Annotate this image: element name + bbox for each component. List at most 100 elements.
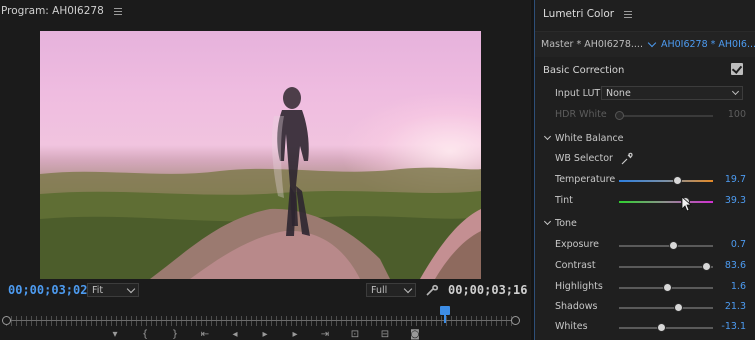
clip-selector-bar: Master * AH0I6278.... AH0I6278 * AH0I6..…	[535, 31, 755, 57]
input-lut-value: None	[606, 87, 631, 99]
tone-section-header[interactable]: Tone	[535, 214, 755, 234]
contrast-slider[interactable]	[619, 262, 713, 271]
white-balance-section-header[interactable]: White Balance	[535, 129, 755, 149]
zoom-level-value: Fit	[92, 284, 104, 296]
wrench-icon[interactable]	[425, 284, 439, 296]
playback-resolution-select[interactable]: Full	[366, 283, 416, 297]
mouse-pointer-icon	[681, 196, 693, 212]
shadows-knob[interactable]	[674, 303, 684, 312]
whites-knob[interactable]	[657, 323, 667, 332]
shadows-label: Shadows	[555, 301, 598, 312]
playhead-line	[443, 314, 446, 323]
highlights-row: Highlights 1.6	[535, 277, 755, 297]
go-to-out-icon[interactable]: ⇥	[320, 330, 330, 340]
zoom-level-select[interactable]: Fit	[87, 283, 139, 297]
program-timecode-row: 00;00;03;02 Fit Full 00;00;03;16	[0, 280, 530, 300]
play-icon[interactable]: ▸	[260, 330, 270, 340]
tab-sequence-clip[interactable]: AH0I6278 * AH0I6...	[661, 39, 755, 50]
export-frame-icon[interactable]: ◙	[410, 330, 420, 340]
contrast-row: Contrast 83.6	[535, 256, 755, 276]
highlights-label: Highlights	[555, 281, 603, 292]
chevron-down-icon	[403, 284, 413, 293]
input-lut-label: Input LUT	[555, 88, 601, 99]
wb-selector-row: WB Selector	[535, 149, 755, 169]
contrast-label: Contrast	[555, 260, 596, 271]
tab-master-clip[interactable]: Master * AH0I6278....	[541, 39, 643, 50]
playback-resolution-value: Full	[371, 284, 388, 296]
tint-label: Tint	[555, 195, 573, 206]
extract-icon[interactable]: ⊟	[380, 330, 390, 340]
temperature-slider[interactable]	[619, 176, 713, 185]
panel-menu-icon[interactable]	[113, 7, 122, 15]
hdr-white-slider[interactable]	[615, 111, 713, 120]
chevron-down-icon	[543, 217, 552, 226]
lumetri-color-panel: Lumetri Color Master * AH0I6278.... AH0I…	[534, 0, 755, 340]
tint-value[interactable]: 39.3	[725, 195, 746, 206]
basic-correction-header[interactable]: Basic Correction	[535, 58, 755, 82]
video-frame	[40, 31, 481, 279]
time-ruler-ticks	[6, 316, 516, 326]
landscape-image	[40, 167, 481, 279]
temperature-row: Temperature 19.7	[535, 170, 755, 190]
hdr-white-knob[interactable]	[615, 111, 624, 120]
exposure-slider[interactable]	[619, 241, 713, 250]
person-silhouette	[271, 87, 310, 236]
in-point-handle[interactable]	[2, 316, 11, 325]
add-marker-icon[interactable]: ▾	[110, 330, 120, 340]
time-ruler-line	[6, 320, 516, 321]
exposure-knob[interactable]	[668, 241, 678, 250]
shadows-value[interactable]: 21.3	[725, 301, 746, 312]
lumetri-panel-title[interactable]: Lumetri Color	[543, 8, 614, 20]
duration-timecode: 00;00;03;16	[448, 283, 528, 297]
tint-row: Tint 39.3	[535, 191, 755, 211]
shadows-slider[interactable]	[619, 303, 713, 312]
white-balance-label: White Balance	[555, 133, 624, 144]
chevron-down-icon[interactable]	[647, 38, 657, 48]
transport-controls: ▾ { } ⇤ ◂ ▸ ▸ ⇥ ⊡ ⊟ ◙	[100, 330, 520, 340]
hdr-white-value[interactable]: 100	[728, 109, 746, 120]
highlights-value[interactable]: 1.6	[731, 281, 746, 292]
time-ruler[interactable]	[0, 302, 530, 326]
whites-row: Whites -13.1	[535, 317, 755, 337]
step-forward-icon[interactable]: ▸	[290, 330, 300, 340]
whites-value[interactable]: -13.1	[721, 321, 746, 332]
temperature-label: Temperature	[555, 174, 616, 185]
exposure-value[interactable]: 0.7	[731, 239, 746, 250]
eyedropper-icon[interactable]	[621, 152, 633, 165]
lift-icon[interactable]: ⊡	[350, 330, 360, 340]
lumetri-panel-header: Lumetri Color	[535, 0, 755, 28]
exposure-label: Exposure	[555, 239, 599, 250]
input-lut-row: Input LUT None	[535, 84, 755, 104]
whites-slider[interactable]	[619, 323, 713, 332]
contrast-knob[interactable]	[702, 262, 712, 271]
tone-label: Tone	[555, 218, 577, 229]
temperature-knob[interactable]	[673, 176, 683, 185]
program-monitor-header: Program: AH0I6278	[0, 0, 530, 22]
highlights-slider[interactable]	[619, 283, 713, 292]
step-back-icon[interactable]: ◂	[230, 330, 240, 340]
exposure-row: Exposure 0.7	[535, 235, 755, 255]
mark-in-icon[interactable]: {	[140, 330, 150, 340]
program-monitor-title[interactable]: Program: AH0I6278	[1, 5, 104, 17]
chevron-down-icon	[543, 132, 552, 141]
input-lut-select[interactable]: None	[601, 86, 743, 100]
tint-slider[interactable]	[619, 197, 713, 206]
chevron-down-icon	[731, 87, 740, 96]
current-timecode[interactable]: 00;00;03;02	[8, 283, 87, 297]
program-monitor: Program: AH0I6278 00;00;03;02 Fit Full 0…	[0, 0, 530, 340]
hdr-white-row: HDR White 100	[535, 105, 755, 125]
highlights-knob[interactable]	[662, 283, 672, 292]
shadows-row: Shadows 21.3	[535, 297, 755, 317]
basic-correction-label: Basic Correction	[543, 64, 625, 76]
whites-label: Whites	[555, 321, 588, 332]
wb-selector-label: WB Selector	[555, 153, 613, 164]
out-point-handle[interactable]	[511, 316, 520, 325]
basic-correction-checkbox[interactable]	[731, 63, 743, 75]
temperature-value[interactable]: 19.7	[725, 174, 746, 185]
go-to-in-icon[interactable]: ⇤	[200, 330, 210, 340]
hdr-white-label: HDR White	[555, 109, 607, 120]
mark-out-icon[interactable]: }	[170, 330, 180, 340]
panel-menu-icon[interactable]	[624, 10, 633, 18]
contrast-value[interactable]: 83.6	[725, 260, 746, 271]
chevron-down-icon	[126, 284, 136, 293]
